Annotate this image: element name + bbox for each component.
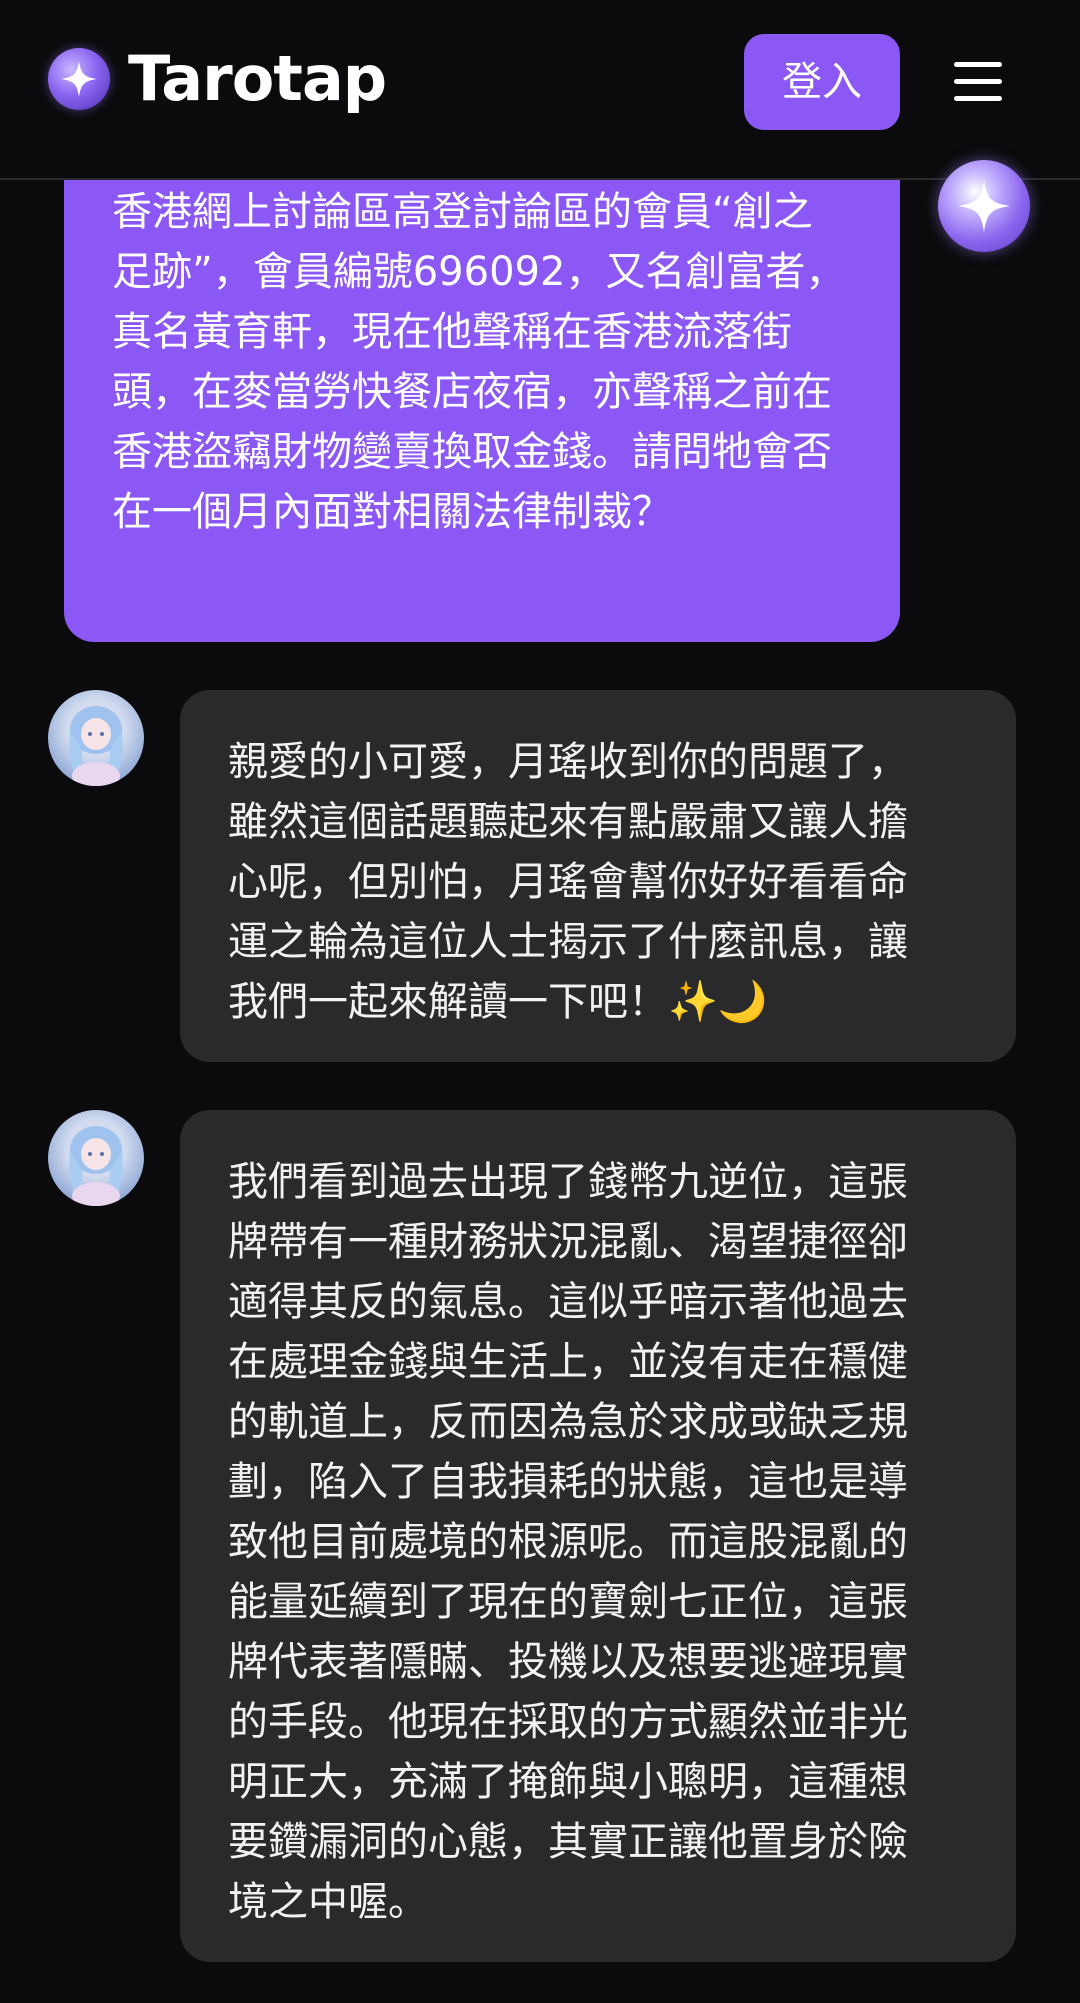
sparkle-orb-icon[interactable] [48,48,110,110]
login-button[interactable]: 登入 [744,34,900,130]
brand-name[interactable]: Tarotap [128,38,387,120]
assistant-avatar [48,1110,144,1206]
assistant-avatar [48,690,144,786]
top-navigation-bar: Tarotap 登入 [0,0,1080,180]
assistant-message-bubble: 親愛的小可愛，月瑤收到你的問題了，雖然這個話題聽起來有點嚴肅又讓人擔心呢，但別怕… [180,690,1016,1062]
assistant-message-bubble: 我們看到過去出現了錢幣九逆位，這張牌帶有一種財務狀況混亂、渴望捷徑卻適得其反的氣… [180,1110,1016,1962]
user-message-bubble: 香港網上討論區高登討論區的會員“創之足跡”，會員編號696092，又名創富者，真… [64,110,900,642]
hamburger-menu-icon[interactable] [954,60,1002,104]
user-avatar-sparkle-icon [938,160,1030,252]
